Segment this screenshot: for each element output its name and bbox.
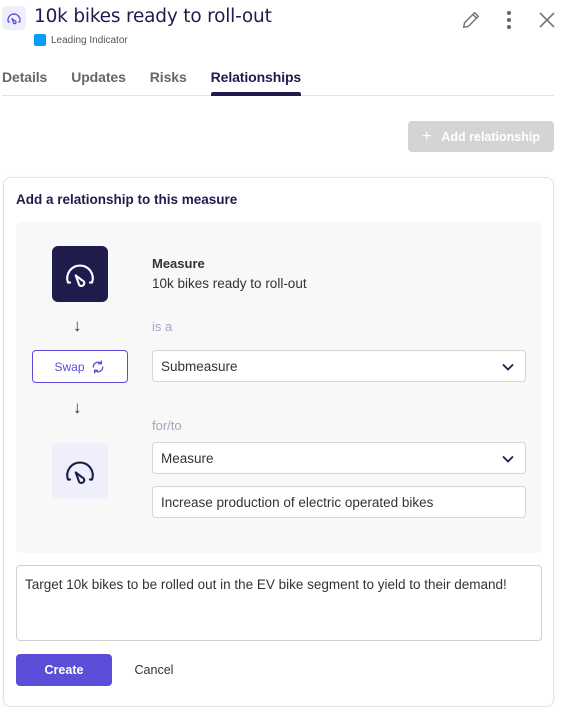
source-measure-icon-box bbox=[52, 246, 108, 302]
target-type-value: Measure bbox=[161, 450, 214, 466]
description-textarea[interactable]: Target 10k bikes to be rolled out in the… bbox=[16, 565, 542, 641]
relation-type-value: Submeasure bbox=[161, 358, 238, 374]
indicator-tag: Leading Indicator bbox=[34, 34, 128, 46]
swap-label: Swap bbox=[54, 359, 85, 374]
tab-updates[interactable]: Updates bbox=[71, 64, 126, 95]
relation-type-select[interactable]: Submeasure bbox=[152, 350, 526, 382]
target-measure-input[interactable]: Increase production of electric operated… bbox=[152, 486, 526, 518]
tab-bar: Details Updates Risks Relationships bbox=[2, 64, 554, 96]
gauge-icon bbox=[2, 6, 26, 30]
relationship-panel: Measure 10k bikes ready to roll-out ↓ is… bbox=[16, 222, 542, 553]
target-label: for/to bbox=[152, 418, 182, 433]
target-measure-icon-box bbox=[52, 443, 108, 499]
relation-label: is a bbox=[152, 319, 173, 334]
pencil-icon[interactable] bbox=[459, 8, 483, 32]
chevron-down-icon bbox=[502, 455, 514, 463]
header: 10k bikes ready to roll-out Leading Indi… bbox=[0, 0, 563, 56]
source-name: 10k bikes ready to roll-out bbox=[152, 276, 307, 291]
refresh-icon bbox=[92, 359, 103, 374]
tag-label: Leading Indicator bbox=[51, 34, 128, 46]
arrow-down-icon: ↓ bbox=[73, 398, 82, 417]
tab-details[interactable]: Details bbox=[2, 64, 47, 95]
card-title: Add a relationship to this measure bbox=[16, 192, 238, 207]
create-button[interactable]: Create bbox=[16, 654, 112, 686]
add-relationship-label: Add relationship bbox=[441, 129, 540, 144]
tab-relationships[interactable]: Relationships bbox=[210, 64, 301, 96]
kebab-icon[interactable] bbox=[497, 8, 521, 32]
target-type-select[interactable]: Measure bbox=[152, 442, 526, 474]
arrow-down-icon: ↓ bbox=[73, 316, 82, 335]
add-relationship-card: Add a relationship to this measure Measu… bbox=[3, 177, 554, 707]
page-title: 10k bikes ready to roll-out bbox=[34, 6, 272, 27]
source-type-label: Measure bbox=[152, 256, 205, 271]
target-measure-value: Increase production of electric operated… bbox=[161, 494, 434, 510]
add-relationship-button[interactable]: + Add relationship bbox=[408, 121, 554, 152]
tag-color-swatch bbox=[34, 34, 46, 46]
gauge-icon bbox=[66, 264, 94, 287]
gauge-icon bbox=[66, 461, 94, 484]
plus-icon: + bbox=[422, 127, 432, 145]
tab-risks[interactable]: Risks bbox=[150, 64, 187, 95]
swap-button[interactable]: Swap bbox=[32, 350, 128, 383]
cancel-button[interactable]: Cancel bbox=[120, 654, 188, 686]
chevron-down-icon bbox=[502, 363, 514, 371]
close-icon[interactable] bbox=[535, 8, 559, 32]
